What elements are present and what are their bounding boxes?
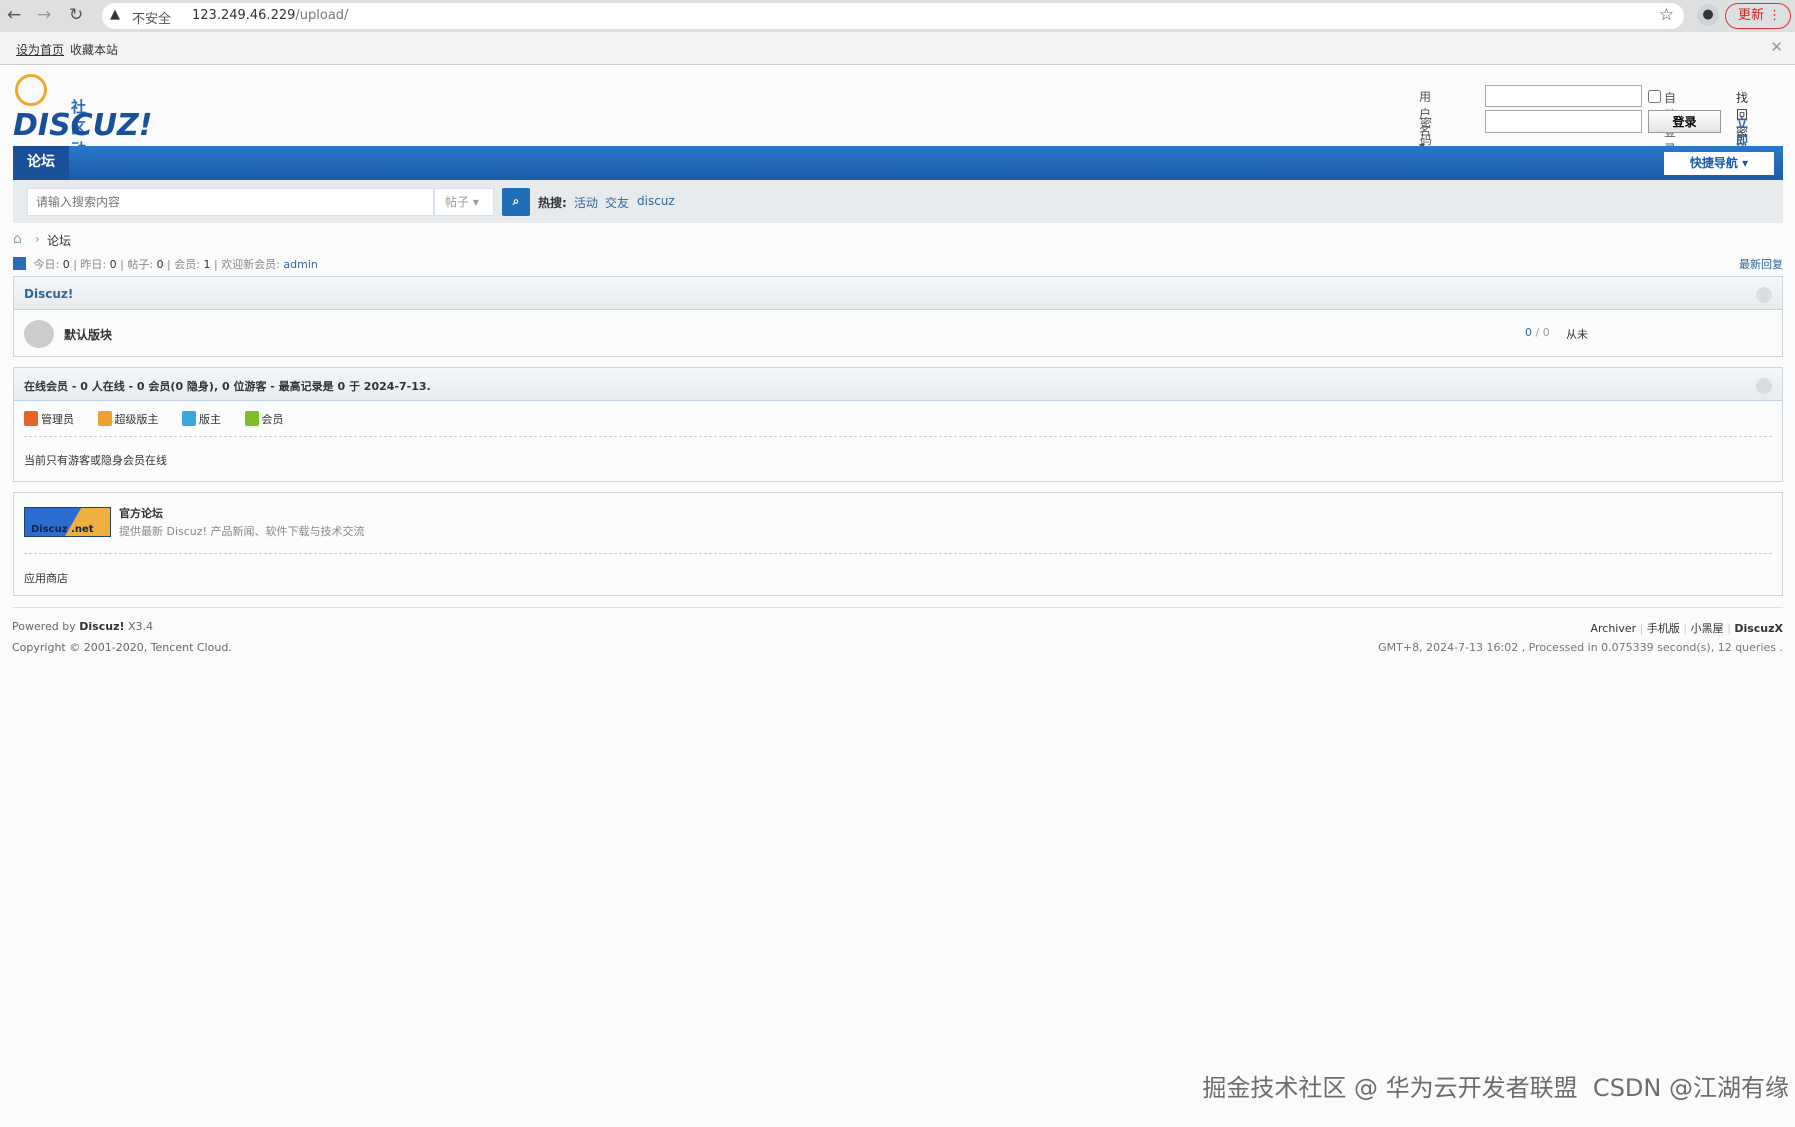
site-topbar: 设为首页 收藏本站 ✕	[0, 32, 1795, 65]
online-message: 当前只有游客或隐身会员在线	[24, 454, 167, 467]
collapse-toggle-icon[interactable]	[1756, 287, 1772, 303]
warning-icon: ▲	[110, 7, 120, 22]
category-box: Discuz! 默认版块 0 / 0 从未	[13, 276, 1783, 357]
mobile-link[interactable]: 手机版	[1647, 622, 1680, 635]
discuz-net-logo[interactable]: Discuz .net	[24, 507, 111, 537]
powered-by: Powered by Discuz! X3.4	[12, 620, 154, 633]
username-input[interactable]	[1485, 85, 1642, 107]
links-box: Discuz .net 官方论坛 提供最新 Discuz! 产品新闻、软件下载与…	[13, 492, 1783, 596]
breadcrumb-separator: ›	[35, 232, 40, 246]
super-moderator-icon	[97, 411, 112, 426]
collapse-icon[interactable]: ✕	[1770, 38, 1783, 56]
forum-name-link[interactable]: 默认版块	[64, 326, 112, 343]
hot-label: 热搜:	[538, 196, 567, 210]
official-forum-desc: 提供最新 Discuz! 产品新闻、软件下载与技术交流	[119, 525, 365, 538]
quick-nav-button[interactable]: 快捷导航 ▾	[1664, 152, 1774, 175]
address-bar[interactable]: ▲ 不安全 123.249.46.229/upload/ ☆	[102, 3, 1684, 29]
official-forum-link[interactable]: 官方论坛	[119, 505, 163, 521]
forum-stats: 今日: 0 | 昨日: 0 | 帖子: 0 | 会员: 1 | 欢迎新会员: a…	[13, 256, 318, 272]
latest-replies-link[interactable]: 最新回复	[1739, 256, 1783, 272]
profile-icon[interactable]: ●	[1697, 4, 1719, 26]
forward-icon[interactable]: →	[37, 5, 51, 25]
login-button[interactable]: 登录	[1648, 110, 1721, 133]
star-icon[interactable]: ☆	[1659, 5, 1674, 25]
hot-link[interactable]: 交友	[605, 194, 629, 211]
bookmark-link[interactable]: 收藏本站	[70, 41, 118, 58]
category-title[interactable]: Discuz!	[24, 287, 73, 301]
reload-icon[interactable]: ↻	[69, 5, 83, 25]
stats-icon	[13, 257, 26, 270]
footer-divider	[13, 607, 1783, 608]
discuzx-link[interactable]: DiscuzX	[1734, 622, 1783, 635]
online-box: 在线会员 - 0 人在线 - 0 会员(0 隐身), 0 位游客 - 最高记录是…	[13, 367, 1783, 482]
hot-link[interactable]: 活动	[574, 194, 598, 211]
update-button[interactable]: 更新 ⋮	[1725, 3, 1791, 29]
password-input[interactable]	[1485, 110, 1642, 133]
archiver-link[interactable]: Archiver	[1590, 622, 1636, 635]
logo-bulb-icon	[15, 74, 47, 106]
process-info: GMT+8, 2024-7-13 16:02 , Processed in 0.…	[1378, 641, 1783, 654]
url-path: /upload/	[295, 8, 349, 23]
search-bar: 帖子 ▾ ⌕ 热搜: 活动 交友 discuz	[13, 180, 1783, 223]
collapse-toggle-icon[interactable]	[1756, 378, 1772, 394]
password-label: 密码	[1420, 116, 1433, 147]
nav-tab-forum[interactable]: 论坛	[13, 146, 69, 180]
admin-icon	[24, 411, 38, 426]
security-label: 不安全	[132, 12, 172, 27]
logo-brand: DISCUZ!	[13, 108, 153, 143]
last-post: 从未	[1566, 328, 1588, 341]
member-icon	[244, 411, 259, 426]
moderator-icon	[182, 411, 196, 426]
watermark: 掘金技术社区 @ 华为云开发者联盟 CSDN @江湖有缘	[1202, 1074, 1789, 1102]
footer-links: Archiver | 手机版 | 小黑屋 | DiscuzX	[1590, 622, 1783, 635]
blacklist-link[interactable]: 小黑屋	[1691, 622, 1724, 635]
member-legend: 管理员 超级版主 版主 会员	[24, 411, 284, 427]
online-title[interactable]: 在线会员 - 0 人在线 - 0 会员(0 隐身), 0 位游客 - 最高记录是…	[24, 380, 431, 393]
app-store-link[interactable]: 应用商店	[24, 570, 68, 586]
home-icon[interactable]: ⌂	[13, 231, 22, 247]
search-input[interactable]	[27, 188, 434, 216]
post-count: 0	[1542, 326, 1550, 339]
search-type-select[interactable]: 帖子 ▾	[434, 188, 494, 216]
hot-link[interactable]: discuz	[637, 194, 675, 208]
newest-member-link[interactable]: admin	[283, 258, 317, 271]
copyright: Copyright © 2001-2020, Tencent Cloud.	[12, 641, 232, 654]
back-icon[interactable]: ←	[7, 5, 21, 25]
thread-count: 0	[1525, 326, 1532, 339]
search-button[interactable]: ⌕	[502, 188, 530, 216]
browser-toolbar: ← → ↻ ▲ 不安全 123.249.46.229/upload/ ☆ ● 更…	[0, 0, 1795, 32]
auto-login-checkbox[interactable]	[1648, 90, 1661, 103]
breadcrumb-current[interactable]: 论坛	[47, 232, 71, 249]
forum-icon	[24, 320, 54, 348]
set-home-link[interactable]: 设为首页	[16, 41, 64, 58]
logo[interactable]: 社区动力 DISCUZ!	[13, 74, 152, 179]
main-nav: 论坛 快捷导航 ▾	[13, 146, 1783, 180]
url-host: 123.249.46.229	[192, 8, 296, 23]
